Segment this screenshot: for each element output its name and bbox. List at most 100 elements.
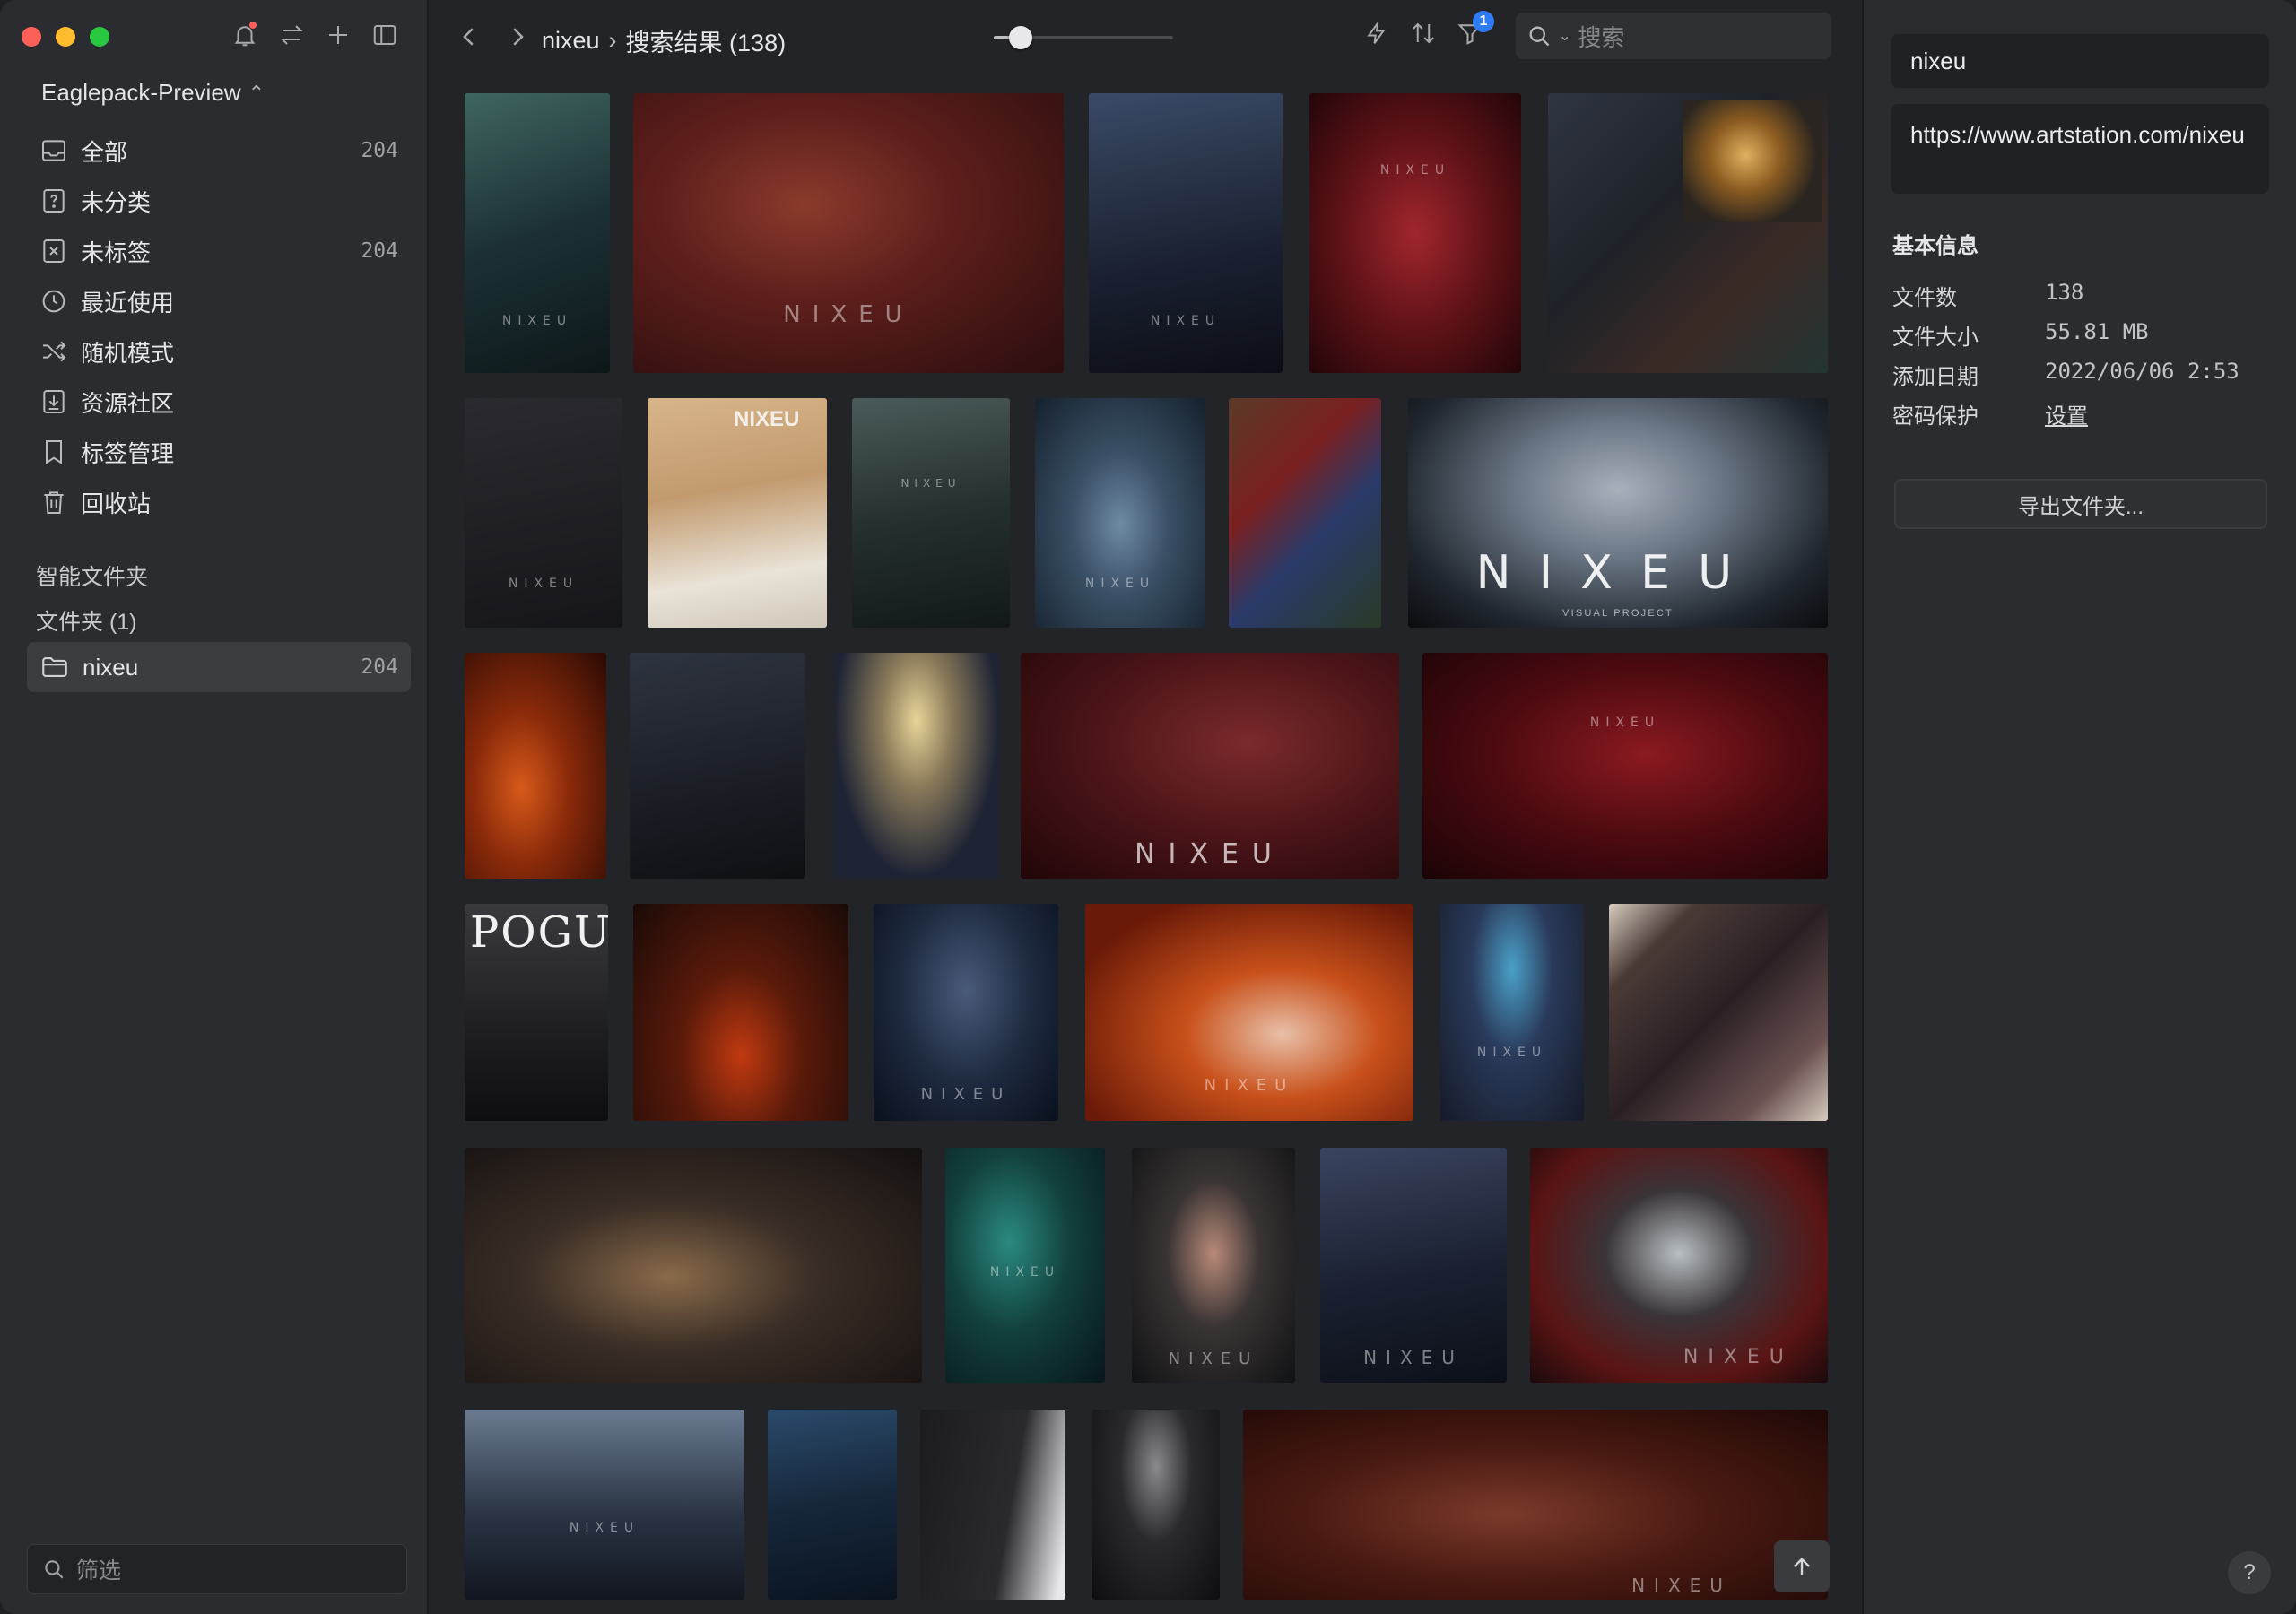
plus-icon[interactable] bbox=[325, 22, 352, 48]
sidebar-item-all[interactable]: 全部 204 bbox=[27, 126, 411, 176]
untagged-icon bbox=[39, 237, 68, 265]
window-controls bbox=[22, 27, 109, 47]
breadcrumb-folder[interactable]: nixeu bbox=[542, 27, 600, 55]
image-thumb[interactable] bbox=[1609, 904, 1828, 1121]
zoom-slider-handle[interactable] bbox=[1009, 26, 1032, 49]
image-thumb[interactable] bbox=[1548, 93, 1828, 373]
scroll-to-top-button[interactable] bbox=[1774, 1540, 1830, 1592]
filter-icon[interactable]: 1 bbox=[1457, 11, 1494, 47]
sidebar-item-community[interactable]: 资源社区 bbox=[27, 377, 411, 427]
search-placeholder: 搜索 bbox=[1578, 23, 1625, 51]
sidebar-item-label: 回收站 bbox=[81, 490, 152, 517]
image-thumb[interactable] bbox=[633, 904, 848, 1121]
image-thumb[interactable] bbox=[768, 1410, 897, 1600]
image-thumb[interactable]: NIXEU bbox=[1320, 1148, 1507, 1383]
image-thumb[interactable]: NIXEU bbox=[945, 1148, 1105, 1383]
chevron-down-icon[interactable]: ⌄ bbox=[1559, 27, 1570, 45]
lightning-icon[interactable] bbox=[1363, 20, 1390, 47]
trash-icon bbox=[39, 488, 68, 516]
bell-icon[interactable] bbox=[231, 22, 258, 48]
image-thumb[interactable]: NIXEU VISUAL PROJECT bbox=[1408, 398, 1828, 628]
search-icon bbox=[1526, 23, 1552, 48]
top-toolbar: nixeu › 搜索结果 (138) 1 ⌄ 搜索 bbox=[429, 0, 1862, 75]
sidebar-item-uncategorized[interactable]: 未分类 bbox=[27, 176, 411, 226]
watermark: NIXEU bbox=[1204, 1075, 1295, 1095]
filter-placeholder: 筛选 bbox=[76, 1558, 122, 1584]
swap-icon[interactable] bbox=[278, 22, 305, 48]
forward-icon[interactable] bbox=[504, 23, 531, 50]
image-thumb[interactable]: NIXEU bbox=[1530, 1148, 1828, 1383]
image-thumb[interactable]: NIXEU bbox=[648, 398, 827, 628]
image-inset bbox=[1683, 100, 1822, 222]
image-thumb[interactable]: NIXEU bbox=[1085, 904, 1413, 1121]
image-thumb[interactable]: NIXEU bbox=[1021, 653, 1399, 879]
filter-input[interactable]: 筛选 bbox=[27, 1544, 407, 1594]
watermark: NIXEU bbox=[1379, 162, 1451, 178]
image-thumb[interactable] bbox=[465, 1148, 922, 1383]
poster-title: POGUL bbox=[470, 907, 608, 958]
image-thumb[interactable] bbox=[920, 1410, 1065, 1600]
image-thumb[interactable] bbox=[1092, 1410, 1220, 1600]
folders-header[interactable]: 文件夹 (1) bbox=[36, 604, 137, 637]
image-thumb[interactable]: NIXEU bbox=[1440, 904, 1584, 1121]
close-window-button[interactable] bbox=[22, 27, 41, 47]
image-thumb[interactable]: NIXEU bbox=[874, 904, 1058, 1121]
image-grid: NIXEU NIXEU NIXEU NIXEU NIXEU NIXEU NIXE… bbox=[429, 75, 1862, 1614]
image-thumb[interactable] bbox=[630, 653, 805, 879]
watermark: NIXEU bbox=[1683, 1346, 1794, 1369]
image-thumb[interactable]: NIXEU bbox=[465, 398, 622, 628]
folder-name-field[interactable]: nixeu bbox=[1891, 34, 2269, 88]
minimize-window-button[interactable] bbox=[56, 27, 75, 47]
sidebar-item-label: 未标签 bbox=[81, 239, 152, 266]
zoom-slider[interactable] bbox=[994, 26, 1173, 49]
password-settings-link[interactable]: 设置 bbox=[2045, 398, 2088, 430]
info-row-file-size: 文件大小 55.81 MB bbox=[1892, 319, 2269, 351]
sidebar-item-tag-manager[interactable]: 标签管理 bbox=[27, 427, 411, 477]
image-thumb[interactable]: NIXEU bbox=[465, 1410, 744, 1600]
sidebar-item-recent[interactable]: 最近使用 bbox=[27, 276, 411, 326]
watermark: NIXEU bbox=[920, 1084, 1012, 1104]
image-thumb[interactable]: NIXEU bbox=[1309, 93, 1521, 373]
watermark: NIXEU bbox=[1150, 314, 1222, 329]
filter-badge: 1 bbox=[1473, 11, 1494, 32]
image-thumb[interactable] bbox=[834, 653, 999, 879]
image-thumb[interactable]: NIXEU bbox=[1089, 93, 1283, 373]
image-thumb[interactable]: NIXEU bbox=[633, 93, 1064, 373]
folder-name: nixeu bbox=[83, 653, 139, 681]
folder-item-nixeu[interactable]: nixeu 204 bbox=[27, 642, 411, 692]
image-thumb[interactable]: NIXEU bbox=[1422, 653, 1828, 879]
folder-url-field[interactable]: https://www.artstation.com/nixeu bbox=[1891, 104, 2269, 194]
basic-info-title: 基本信息 bbox=[1892, 234, 1979, 258]
watermark: NIXEU bbox=[989, 1264, 1061, 1280]
chevron-updown-icon: ⌃ bbox=[248, 81, 265, 104]
toolbar-actions: 1 bbox=[1363, 11, 1494, 47]
help-button[interactable]: ? bbox=[2228, 1551, 2271, 1594]
cap-logo: NIXEU bbox=[734, 407, 800, 431]
image-thumb[interactable]: NIXEU bbox=[1035, 398, 1205, 628]
image-thumb[interactable]: NIXEU bbox=[1243, 1410, 1828, 1600]
watermark: NIXEU bbox=[1589, 715, 1661, 730]
sort-icon[interactable] bbox=[1410, 20, 1437, 47]
download-box-icon bbox=[39, 387, 68, 416]
smart-folders-header[interactable]: 智能文件夹 bbox=[36, 560, 148, 592]
sidebar-toggle-icon[interactable] bbox=[371, 22, 398, 48]
watermark: NIXEU bbox=[783, 301, 914, 329]
image-thumb[interactable]: NIXEU bbox=[852, 398, 1010, 628]
sidebar-item-random[interactable]: 随机模式 bbox=[27, 326, 411, 377]
image-thumb[interactable] bbox=[465, 653, 606, 879]
sidebar-item-trash[interactable]: 回收站 bbox=[27, 477, 411, 527]
zoom-window-button[interactable] bbox=[90, 27, 109, 47]
back-icon[interactable] bbox=[456, 23, 483, 50]
library-switcher[interactable]: Eaglepack-Preview ⌃ bbox=[41, 79, 265, 107]
watermark: NIXEU bbox=[508, 577, 579, 592]
export-folder-button[interactable]: 导出文件夹... bbox=[1894, 479, 2267, 529]
image-thumb[interactable] bbox=[1229, 398, 1381, 628]
image-thumb[interactable]: NIXEU bbox=[465, 93, 610, 373]
sidebar-item-untagged[interactable]: 未标签 204 bbox=[27, 226, 411, 276]
image-thumb[interactable]: POGUL bbox=[465, 904, 608, 1121]
search-input[interactable]: ⌄ 搜索 bbox=[1516, 13, 1831, 59]
image-thumb[interactable]: NIXEU bbox=[1132, 1148, 1295, 1383]
info-value: 138 bbox=[2045, 280, 2084, 305]
shuffle-icon bbox=[39, 337, 68, 366]
watermark: NIXEU bbox=[1363, 1347, 1464, 1369]
